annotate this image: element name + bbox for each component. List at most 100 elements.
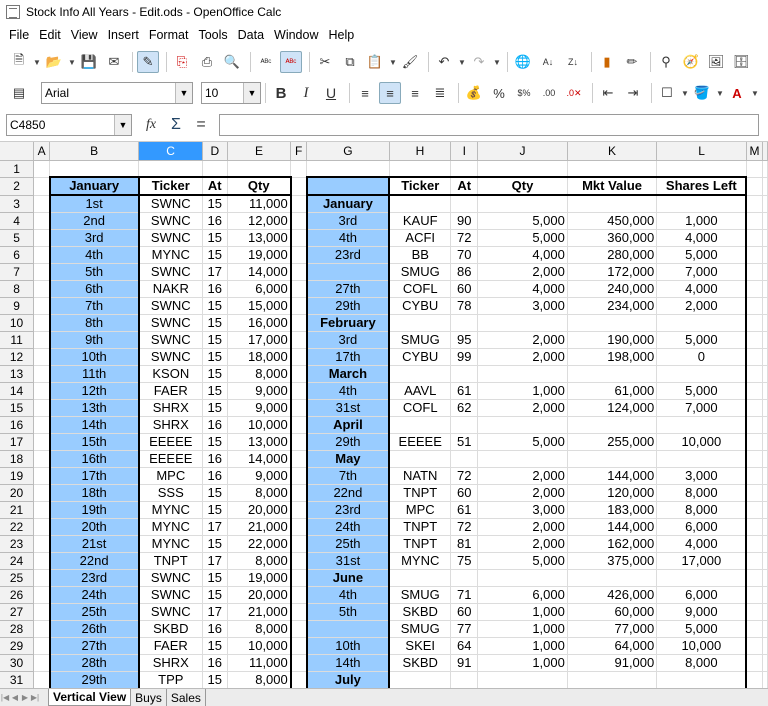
cell-h26[interactable]: SMUG [388, 586, 452, 604]
cell-j24[interactable]: 5,000 [477, 552, 568, 570]
cell-a22[interactable] [33, 518, 51, 536]
add-decimal-icon[interactable]: .00 [538, 82, 560, 104]
cell-l30[interactable]: 8,000 [656, 654, 748, 672]
cell-i13[interactable] [450, 365, 479, 383]
print-icon[interactable]: ⎙ [196, 51, 218, 73]
cell-d31[interactable]: 15 [202, 671, 228, 688]
cell-m18[interactable] [746, 450, 764, 468]
spellcheck-icon[interactable]: ᴬᴮᶜ [255, 51, 277, 73]
cell-k26[interactable]: 426,000 [567, 586, 658, 604]
cell-j10[interactable] [477, 314, 568, 332]
align-right-icon[interactable]: ≡ [404, 82, 426, 104]
cell-l27[interactable]: 9,000 [656, 603, 748, 621]
cell-g14[interactable]: 4th [305, 382, 391, 400]
cell-m7[interactable] [746, 263, 764, 281]
cell-b31[interactable]: 29th [48, 671, 140, 688]
cell-f21[interactable] [290, 501, 308, 519]
cell-b22[interactable]: 20th [48, 518, 140, 536]
cell-f6[interactable] [290, 246, 308, 264]
cell-h10[interactable] [388, 314, 452, 332]
cell-l14[interactable]: 5,000 [656, 382, 748, 400]
cell-g19[interactable]: 7th [305, 467, 391, 485]
cell-a18[interactable] [33, 450, 51, 468]
cell-j31[interactable] [477, 671, 568, 688]
column-header-g[interactable]: G [306, 142, 390, 161]
row-header[interactable]: 5 [0, 229, 35, 247]
background-color-icon[interactable]: 🪣 [691, 82, 713, 104]
cell-h18[interactable] [388, 450, 452, 468]
align-center-icon[interactable]: ≡ [379, 82, 401, 104]
cell-filler[interactable] [762, 280, 768, 298]
cell-c4[interactable]: SWNC [137, 212, 203, 230]
cell-g22[interactable]: 24th [305, 518, 391, 536]
cell-a1[interactable] [33, 160, 51, 178]
cell-h24[interactable]: MYNC [388, 552, 452, 570]
cell-i21[interactable]: 61 [450, 501, 479, 519]
cell-a30[interactable] [33, 654, 51, 672]
cell-c21[interactable]: MYNC [137, 501, 203, 519]
cell-filler[interactable] [762, 348, 768, 366]
sort-descending-icon[interactable]: Z↓ [562, 51, 584, 73]
cell-h31[interactable] [388, 671, 452, 688]
row-header[interactable]: 24 [0, 552, 35, 570]
column-header-l[interactable]: L [656, 142, 747, 161]
cell-d2[interactable]: At [202, 176, 228, 196]
cell-i8[interactable]: 60 [450, 280, 479, 298]
chevron-down-icon[interactable]: ▼ [175, 83, 192, 103]
cell-c11[interactable]: SWNC [137, 331, 203, 349]
cell-m24[interactable] [746, 552, 764, 570]
cell-b12[interactable]: 10th [48, 348, 140, 366]
cell-f15[interactable] [290, 399, 308, 417]
cell-a3[interactable] [33, 195, 51, 213]
cell-b30[interactable]: 28th [48, 654, 140, 672]
cell-filler[interactable] [762, 501, 768, 519]
cell-h4[interactable]: KAUF [388, 212, 452, 230]
cell-m2[interactable] [746, 177, 764, 196]
cell-filler[interactable] [762, 229, 768, 247]
cell-k21[interactable]: 183,000 [567, 501, 658, 519]
cell-b4[interactable]: 2nd [48, 212, 140, 230]
cell-e10[interactable]: 16,000 [227, 314, 292, 332]
cell-b6[interactable]: 4th [48, 246, 140, 264]
cell-filler[interactable] [762, 484, 768, 502]
column-header-e[interactable]: E [227, 142, 292, 161]
cell-f18[interactable] [290, 450, 308, 468]
row-header[interactable]: 7 [0, 263, 35, 281]
cell-e17[interactable]: 13,000 [227, 433, 292, 451]
cell-h1[interactable] [389, 160, 452, 178]
cell-e2[interactable]: Qty [227, 176, 292, 196]
cell-a31[interactable] [33, 671, 51, 688]
font-color-icon[interactable]: A [726, 82, 748, 104]
cell-filler[interactable] [762, 620, 768, 638]
cell-d15[interactable]: 15 [202, 399, 228, 417]
cell-e18[interactable]: 14,000 [227, 450, 292, 468]
cell-e23[interactable]: 22,000 [227, 535, 292, 553]
cell-h7[interactable]: SMUG [388, 263, 452, 281]
cell-i4[interactable]: 90 [450, 212, 479, 230]
cell-m23[interactable] [746, 535, 764, 553]
cell-f7[interactable] [290, 263, 308, 281]
cell-filler[interactable] [762, 177, 768, 196]
page-preview-icon[interactable]: 🔍 [221, 51, 243, 73]
cell-g15[interactable]: 31st [305, 399, 391, 417]
cell-m4[interactable] [746, 212, 764, 230]
cell-c7[interactable]: SWNC [137, 263, 203, 281]
column-header-i[interactable]: I [450, 142, 479, 161]
cell-e21[interactable]: 20,000 [227, 501, 292, 519]
cell-k15[interactable]: 124,000 [567, 399, 658, 417]
cell-l26[interactable]: 6,000 [656, 586, 748, 604]
cell-m27[interactable] [746, 603, 764, 621]
cell-b13[interactable]: 11th [48, 365, 140, 383]
cell-d21[interactable]: 15 [202, 501, 228, 519]
new-document-icon[interactable]: 🗎 [8, 51, 30, 73]
cell-d12[interactable]: 15 [202, 348, 228, 366]
cell-f9[interactable] [290, 297, 308, 315]
cell-a14[interactable] [33, 382, 51, 400]
cell-f12[interactable] [290, 348, 308, 366]
cell-f28[interactable] [290, 620, 308, 638]
row-header[interactable]: 6 [0, 246, 35, 264]
underline-icon[interactable]: U [320, 82, 342, 104]
chevron-down-icon[interactable]: ▼ [114, 114, 131, 135]
cell-e25[interactable]: 19,000 [227, 569, 292, 587]
cell-f14[interactable] [290, 382, 308, 400]
